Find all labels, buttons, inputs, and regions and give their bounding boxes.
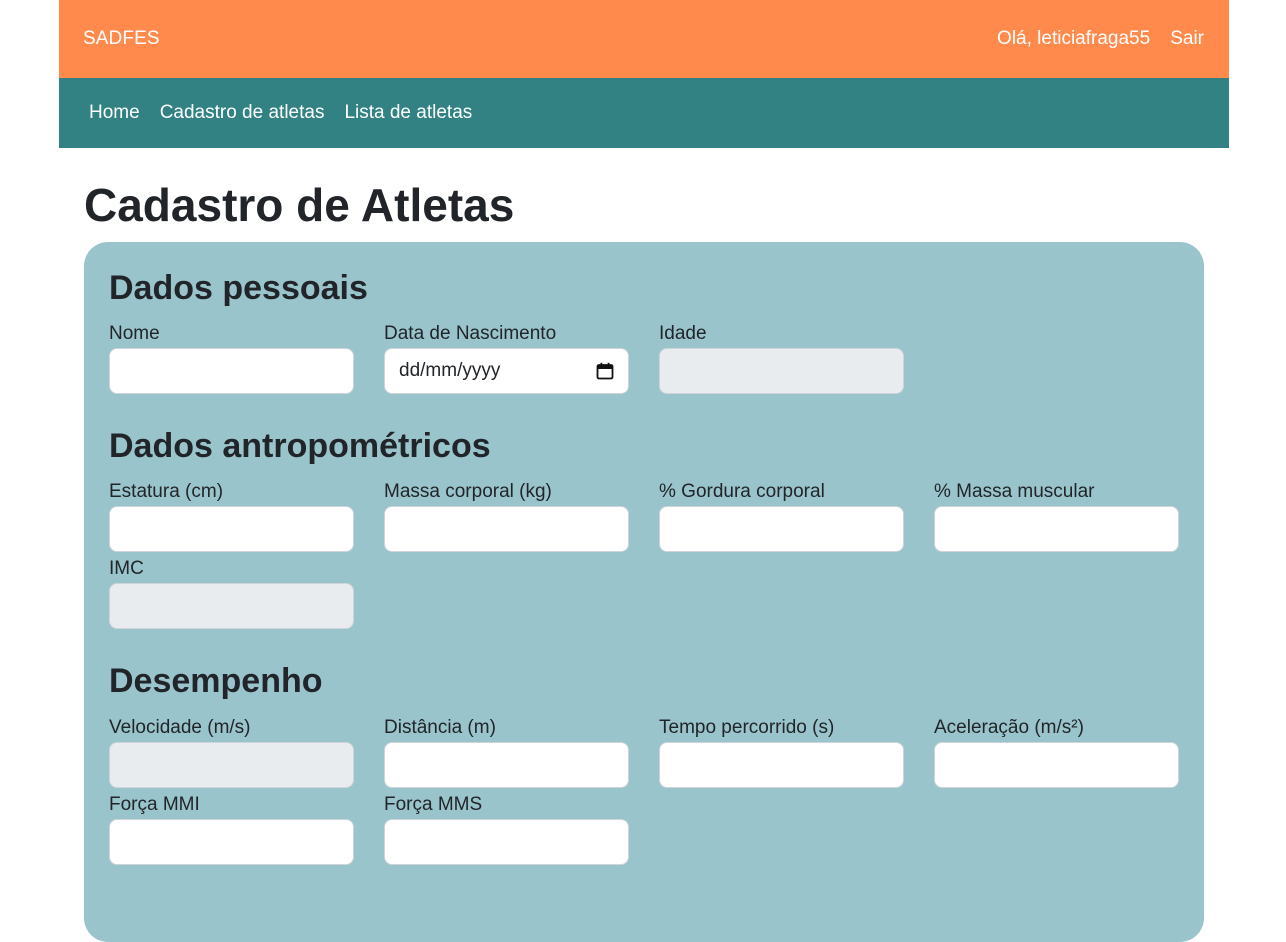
logout-link[interactable]: Sair: [1170, 28, 1204, 50]
gordura-corporal-input[interactable]: [659, 506, 904, 552]
distancia-input[interactable]: [384, 742, 629, 788]
user-menu: Olá, leticiafraga55 Sair: [997, 28, 1204, 50]
nascimento-placeholder: dd/mm/yyyy: [399, 360, 501, 381]
nome-label: Nome: [109, 323, 160, 344]
field-aceleracao: Aceleração (m/s²): [934, 716, 1179, 788]
nav-item-lista-atletas[interactable]: Lista de atletas: [344, 102, 472, 124]
aceleracao-label: Aceleração (m/s²): [934, 717, 1084, 738]
section-title-personal: Dados pessoais: [109, 269, 368, 307]
gordura-corporal-label: % Gordura corporal: [659, 481, 825, 502]
field-nascimento: Data de Nascimento dd/mm/yyyy: [384, 322, 629, 394]
forca-mmi-label: Força MMI: [109, 794, 200, 815]
field-forca-mmi: Força MMI: [109, 793, 354, 865]
field-idade: Idade: [659, 322, 904, 394]
field-tempo-percorrido: Tempo percorrido (s): [659, 716, 904, 788]
idade-label: Idade: [659, 323, 707, 344]
nome-input[interactable]: [109, 348, 354, 394]
field-distancia: Distância (m): [384, 716, 629, 788]
massa-muscular-input[interactable]: [934, 506, 1179, 552]
nav-item-cadastro-atletas[interactable]: Cadastro de atletas: [160, 102, 325, 124]
brand-link[interactable]: SADFES: [83, 28, 160, 50]
aceleracao-input[interactable]: [934, 742, 1179, 788]
field-massa-corporal: Massa corporal (kg): [384, 480, 629, 552]
massa-corporal-input[interactable]: [384, 506, 629, 552]
imc-label: IMC: [109, 558, 144, 579]
athlete-form: Dados pessoais Nome Data de Nascimento d…: [84, 242, 1204, 942]
top-header: SADFES Olá, leticiafraga55 Sair: [59, 0, 1229, 78]
page-title: Cadastro de Atletas: [84, 179, 515, 231]
idade-input: [659, 348, 904, 394]
section-title-anthropometric: Dados antropométricos: [109, 427, 491, 465]
nav-item-home[interactable]: Home: [89, 102, 140, 124]
field-velocidade: Velocidade (m/s): [109, 716, 354, 788]
field-estatura: Estatura (cm): [109, 480, 354, 552]
imc-input: [109, 583, 354, 629]
massa-muscular-label: % Massa muscular: [934, 481, 1095, 502]
forca-mms-input[interactable]: [384, 819, 629, 865]
estatura-input[interactable]: [109, 506, 354, 552]
user-greeting: Olá, leticiafraga55: [997, 28, 1151, 49]
field-imc: IMC: [109, 557, 354, 629]
forca-mmi-input[interactable]: [109, 819, 354, 865]
distancia-label: Distância (m): [384, 717, 496, 738]
field-nome: Nome: [109, 322, 354, 394]
velocidade-input: [109, 742, 354, 788]
section-title-performance: Desempenho: [109, 662, 323, 700]
nascimento-date-input[interactable]: dd/mm/yyyy: [384, 348, 629, 394]
velocidade-label: Velocidade (m/s): [109, 717, 251, 738]
field-massa-muscular: % Massa muscular: [934, 480, 1179, 552]
massa-corporal-label: Massa corporal (kg): [384, 481, 552, 502]
forca-mms-label: Força MMS: [384, 794, 483, 815]
app-container: SADFES Olá, leticiafraga55 Sair Home Cad…: [59, 0, 1229, 942]
field-forca-mms: Força MMS: [384, 793, 629, 865]
main-nav: Home Cadastro de atletas Lista de atleta…: [59, 78, 1229, 148]
estatura-label: Estatura (cm): [109, 481, 224, 502]
tempo-percorrido-label: Tempo percorrido (s): [659, 717, 835, 738]
calendar-icon[interactable]: [596, 362, 614, 380]
tempo-percorrido-input[interactable]: [659, 742, 904, 788]
field-gordura-corporal: % Gordura corporal: [659, 480, 904, 552]
nascimento-label: Data de Nascimento: [384, 323, 557, 344]
